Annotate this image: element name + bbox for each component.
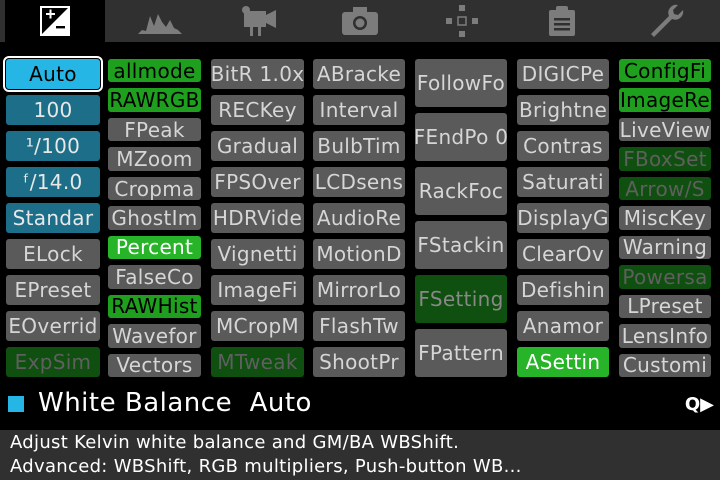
menu-item[interactable]: FPSOver: [211, 167, 304, 197]
menu-item[interactable]: Wavefor: [108, 324, 201, 348]
menu-item[interactable]: MTweak: [211, 347, 304, 377]
camera-icon: [342, 7, 378, 35]
menu-item[interactable]: RackFoc: [415, 167, 507, 215]
tab-config[interactable]: [616, 0, 716, 42]
status-value: Auto: [249, 388, 312, 418]
menu-item[interactable]: EOverrid: [6, 311, 100, 341]
tab-focus[interactable]: [412, 0, 512, 42]
tab-histogram[interactable]: [110, 0, 210, 42]
menu-item[interactable]: AudioRe: [313, 203, 405, 233]
menu-item[interactable]: allmode: [108, 59, 201, 83]
menu-item[interactable]: ShootPr: [313, 347, 405, 377]
menu-item[interactable]: RAWHist: [108, 294, 201, 319]
menu-item[interactable]: ¹/100: [6, 131, 100, 161]
menu-item[interactable]: Warning: [619, 235, 711, 260]
menu-item[interactable]: LiveView: [619, 117, 711, 142]
menu-item[interactable]: MotionD: [313, 239, 405, 269]
status-title: White Balance: [38, 388, 233, 418]
menu-item[interactable]: GhostIm: [108, 206, 201, 230]
menu-item[interactable]: Standar: [6, 203, 100, 233]
menu-item[interactable]: FPeak: [108, 117, 201, 142]
help-panel: Adjust Kelvin white balance and GM/BA WB…: [0, 430, 720, 480]
menu-item[interactable]: Contras: [517, 131, 609, 161]
clipboard-icon: [549, 6, 575, 36]
menu-item[interactable]: ᶠ/14.0: [6, 167, 100, 197]
menu-item[interactable]: ImageRe: [619, 88, 711, 112]
menu-item[interactable]: Gradual: [211, 131, 304, 161]
menu-item[interactable]: BulbTim: [313, 131, 405, 161]
help-line-2: Advanced: WBShift, RGB multipliers, Push…: [10, 456, 522, 477]
menu-item[interactable]: RAWRGB: [108, 88, 201, 112]
menu-item[interactable]: Auto: [3, 56, 103, 92]
menu-item[interactable]: FEndPo 0: [415, 113, 507, 161]
menu-item[interactable]: EPreset: [6, 275, 100, 305]
menu-grid: Auto 100 ¹/100 ᶠ/14.0 Standar ELock EPreset EOv…: [0, 42, 720, 382]
menu-item[interactable]: Brightne: [517, 95, 609, 125]
menu-item[interactable]: ClearOv: [517, 239, 609, 269]
menu-item[interactable]: HDRVide: [211, 203, 304, 233]
movie-camera-icon: [242, 6, 276, 36]
menu-item[interactable]: FSetting: [415, 275, 507, 323]
menu-item[interactable]: ABracke: [313, 59, 405, 89]
selected-menu-status: White Balance Auto: [38, 388, 312, 418]
menu-item[interactable]: Cropma: [108, 176, 201, 201]
menu-item[interactable]: FlashTw: [313, 311, 405, 341]
menu-item[interactable]: Defishin: [517, 275, 609, 305]
exposure-icon: [40, 6, 70, 36]
menu-item[interactable]: Arrow/S: [619, 176, 711, 201]
tab-bar: [0, 0, 720, 42]
menu-item[interactable]: MCropM: [211, 311, 304, 341]
menu-item[interactable]: DIGICPe: [517, 59, 609, 89]
menu-item[interactable]: LCDsens: [313, 167, 405, 197]
menu-item[interactable]: ExpSim: [6, 347, 100, 377]
q-submenu-hint[interactable]: Q▶: [685, 394, 714, 415]
menu-item[interactable]: ASettin: [517, 347, 609, 377]
menu-item[interactable]: ConfigFi: [619, 59, 711, 83]
menu-item[interactable]: Percent: [108, 235, 201, 260]
tab-movie[interactable]: [208, 0, 308, 42]
menu-item[interactable]: Interval: [313, 95, 405, 125]
menu-item[interactable]: 100: [6, 95, 100, 125]
menu-item[interactable]: Saturati: [517, 167, 609, 197]
menu-item[interactable]: BitR 1.0x: [211, 59, 304, 89]
menu-item[interactable]: Vectors: [108, 353, 201, 377]
menu-item[interactable]: FStackin: [415, 221, 507, 269]
wrench-icon: [651, 4, 684, 37]
menu-item[interactable]: DisplayG: [517, 203, 609, 233]
menu-item[interactable]: MiscKey: [619, 206, 711, 230]
menu-item[interactable]: ImageFi: [211, 275, 304, 305]
menu-item[interactable]: LensInfo: [619, 324, 711, 348]
menu-item[interactable]: MZoom: [108, 147, 201, 171]
help-line-1: Adjust Kelvin white balance and GM/BA WB…: [10, 432, 460, 453]
menu-item[interactable]: FollowFo: [415, 59, 507, 107]
focus-icon: [446, 5, 478, 37]
menu-item[interactable]: Powersa: [619, 265, 711, 289]
menu-item[interactable]: Customi: [619, 353, 711, 377]
menu-item[interactable]: FPattern: [415, 329, 507, 377]
menu-item[interactable]: RECKey: [211, 95, 304, 125]
menu-item[interactable]: ELock: [6, 239, 100, 269]
menu-item[interactable]: FalseCo: [108, 265, 201, 289]
tab-info[interactable]: [512, 0, 612, 42]
menu-item[interactable]: Anamor: [517, 311, 609, 341]
menu-item[interactable]: MirrorLo: [313, 275, 405, 305]
tab-photo[interactable]: [310, 0, 410, 42]
histogram-icon: [138, 14, 182, 34]
tab-exposure[interactable]: [5, 0, 105, 42]
menu-item[interactable]: Vignetti: [211, 239, 304, 269]
menu-item[interactable]: LPreset: [619, 294, 711, 319]
selection-indicator: [8, 396, 24, 412]
menu-item[interactable]: FBoxSet: [619, 147, 711, 171]
